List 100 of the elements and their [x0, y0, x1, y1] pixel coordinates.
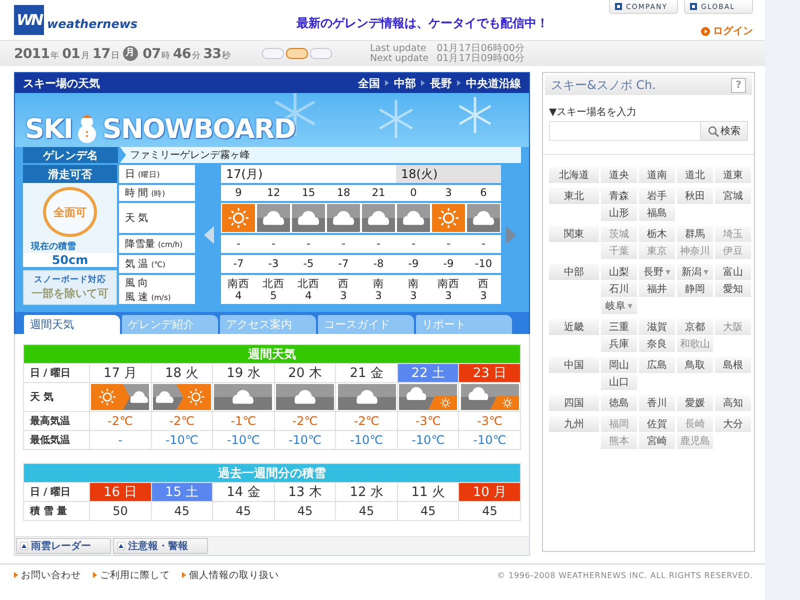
prefecture-button[interactable]: 山形 — [601, 205, 637, 221]
prefecture-button[interactable]: 宮城 — [715, 188, 751, 204]
prefecture-button[interactable]: 滋賀 — [639, 319, 675, 335]
table-cell: - — [431, 235, 466, 253]
table-cell: 6 — [466, 185, 501, 201]
prefecture-button[interactable]: 石川 — [601, 281, 637, 297]
breadcrumb-link[interactable]: 中央道沿線 — [466, 76, 521, 90]
prefecture-button[interactable]: 栃木 — [639, 226, 675, 242]
prefecture-button[interactable]: 島根 — [715, 357, 751, 373]
prefecture-button[interactable]: 秋田 — [677, 188, 713, 204]
day-cell: 17 月 — [90, 364, 151, 382]
date-unit: 分 — [192, 50, 200, 62]
breadcrumb-link[interactable]: 中部 — [394, 76, 416, 90]
prefecture-button[interactable]: 道央 — [601, 167, 637, 183]
table-cell: 南西 4 — [221, 275, 256, 304]
day-cell: 12 水 — [336, 483, 397, 501]
mode-toggle[interactable] — [286, 48, 308, 59]
prefecture-button[interactable]: 香川 — [639, 395, 675, 411]
sun-then-cloud-icon — [91, 384, 150, 410]
day-cell: 11 火 — [398, 483, 458, 501]
triangle-up-icon — [20, 542, 28, 550]
table-cell: 南西 3 — [431, 275, 466, 304]
prefecture-button[interactable]: 高知 — [715, 395, 751, 411]
region-button[interactable]: 中部 — [549, 264, 599, 280]
prefecture-button[interactable]: 愛知 — [715, 281, 751, 297]
footer-link[interactable]: お問い合わせ — [14, 568, 81, 582]
prefecture-button[interactable]: 山梨 — [601, 264, 637, 280]
prefecture-button[interactable]: 徳島 — [601, 395, 637, 411]
prefecture-button[interactable]: 愛媛 — [677, 395, 713, 411]
prefecture-button[interactable]: 群馬 — [677, 226, 713, 242]
prefecture-button[interactable]: 道東 — [715, 167, 751, 183]
day-cell: 22 土 — [398, 364, 458, 382]
link-button[interactable]: 注意報・警報 — [113, 538, 208, 554]
prefecture-button[interactable]: 岡山 — [601, 357, 637, 373]
footer-link[interactable]: ご利用に際して — [93, 568, 170, 582]
day-cell: 19 水 — [213, 364, 274, 382]
table-cell: - — [326, 235, 361, 253]
prefecture-button[interactable]: 福井 — [639, 281, 675, 297]
table-cell: - — [466, 235, 501, 253]
prefecture-button[interactable]: 兵庫 — [601, 336, 637, 352]
day-cell: 23 日 — [459, 364, 520, 382]
link-button[interactable]: 雨雲レーダー — [16, 538, 111, 554]
prefecture-button[interactable]: 道南 — [639, 167, 675, 183]
footer-link[interactable]: 個人情報の取り扱い — [182, 568, 279, 582]
weekday-badge: 月 — [122, 46, 138, 61]
row-label: 時 間 — [125, 186, 148, 200]
region-button[interactable]: 東北 — [549, 188, 599, 204]
cloud-with-sun-icon — [399, 384, 458, 410]
region-button[interactable]: 九州 — [549, 416, 599, 432]
board-label: スノーボード対応 — [34, 274, 106, 286]
prefecture-button[interactable]: 富山 — [715, 264, 751, 280]
prefecture-button[interactable]: 奈良 — [639, 336, 675, 352]
board-value: 一部を除いて可 — [32, 286, 108, 301]
region-button[interactable]: 北海道 — [549, 167, 599, 183]
table-cell: 15 — [291, 185, 326, 201]
table-cell: -3℃ — [459, 412, 520, 430]
prefecture-button[interactable]: 岩手 — [639, 188, 675, 204]
table-cell: 45 — [459, 502, 520, 520]
table-cell: 12 — [256, 185, 291, 201]
prefecture-button[interactable]: 宮崎 — [639, 433, 675, 449]
day-header: 18(火) — [396, 165, 501, 183]
copyright-text: © 1996-2008 WEATHERNEWS INC. ALL RIGHTS RESERVED. — [497, 570, 753, 580]
prefecture-button[interactable]: 静岡 — [677, 281, 713, 297]
next-arrow-icon[interactable] — [506, 226, 516, 244]
date-number: 07 — [142, 46, 160, 62]
logo-word: SNOWBOARD — [102, 115, 296, 145]
table-cell: -2℃ — [152, 412, 212, 430]
region-button[interactable]: 近畿 — [549, 319, 599, 335]
mode-toggle[interactable] — [310, 48, 332, 59]
region-button[interactable]: 中国 — [549, 357, 599, 373]
prefecture-button[interactable]: 三重 — [601, 319, 637, 335]
breadcrumb-link[interactable]: 全国 — [358, 76, 380, 90]
region-button[interactable]: 関東 — [549, 226, 599, 242]
table-cell: -10℃ — [459, 431, 520, 449]
prefecture-button[interactable]: 山口 — [601, 374, 637, 390]
search-field[interactable] — [549, 121, 700, 141]
update-time: 01月17日06時00分 — [436, 44, 525, 54]
prefecture-button[interactable]: 福島 — [639, 205, 675, 221]
prefecture-button[interactable]: 大分 — [715, 416, 751, 432]
search-button[interactable]: 検索 — [700, 121, 748, 141]
date-number: 2011 — [14, 46, 50, 62]
previous-arrow-icon[interactable] — [204, 226, 214, 244]
date-number: 17 — [92, 46, 110, 62]
field-label: ゲレンデ名 — [23, 147, 118, 163]
prefecture-button[interactable]: 佐賀 — [639, 416, 675, 432]
table-cell: - — [361, 235, 396, 253]
status-header: 滑走可否 — [23, 165, 117, 183]
prefecture-button[interactable]: 京都 — [677, 319, 713, 335]
prefecture-button[interactable]: 広島 — [639, 357, 675, 373]
table-cell: 45 — [336, 502, 397, 520]
prefecture-button[interactable]: 青森 — [601, 188, 637, 204]
row-label: 気 温 — [125, 258, 148, 271]
region-button[interactable]: 四国 — [549, 395, 599, 411]
breadcrumb-link[interactable]: 長野 — [430, 76, 452, 90]
mode-toggle[interactable] — [262, 48, 284, 59]
table-cell: -8 — [361, 255, 396, 273]
prefecture-button[interactable]: 鳥取 — [677, 357, 713, 373]
tab[interactable]: 週間天気 — [24, 315, 120, 334]
prefecture-button[interactable]: 道北 — [677, 167, 713, 183]
row-label: 風 速 — [125, 290, 148, 304]
